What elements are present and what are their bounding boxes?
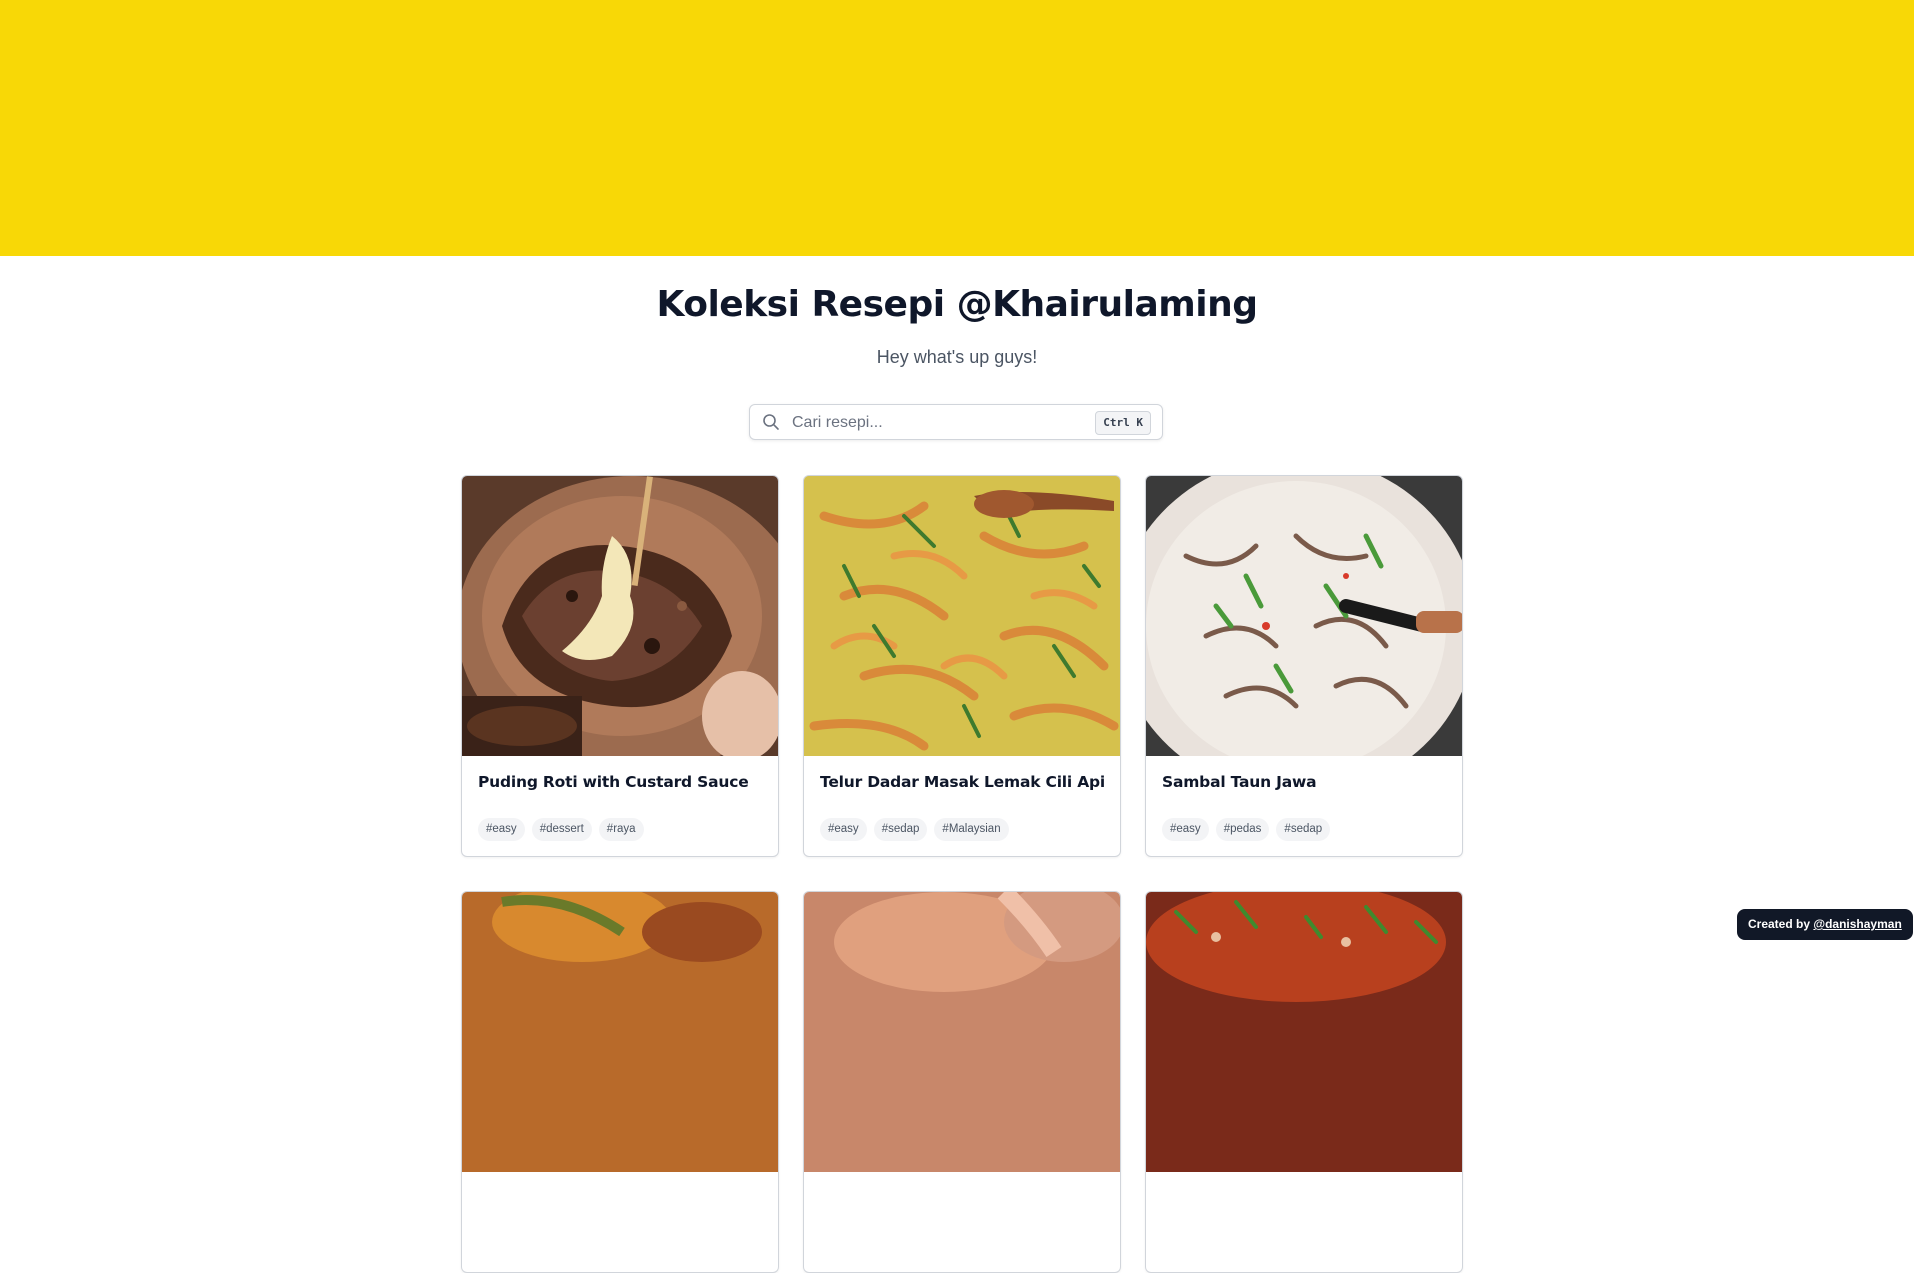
hero-banner (0, 0, 1914, 256)
recipe-card[interactable]: Telur Dadar Masak Lemak Cili Api #easy #… (803, 475, 1121, 857)
recipe-card[interactable] (803, 891, 1121, 1273)
keyboard-shortcut-badge: Ctrl K (1095, 411, 1151, 435)
recipe-image (462, 476, 778, 756)
tag[interactable]: #pedas (1215, 818, 1270, 841)
tag[interactable]: #raya (598, 818, 644, 841)
tag[interactable]: #dessert (531, 818, 592, 841)
page-title: Koleksi Resepi @Khairulaming (656, 284, 1258, 325)
recipe-card[interactable]: Puding Roti with Custard Sauce #easy #de… (461, 475, 779, 857)
tag[interactable]: #easy (478, 818, 525, 841)
credit-link[interactable]: @danishayman (1813, 917, 1901, 931)
recipe-card[interactable]: Sambal Taun Jawa #easy #pedas #sedap (1145, 475, 1463, 857)
tag-list: #easy #sedap #Malaysian (820, 818, 1009, 841)
tag[interactable]: #sedap (873, 818, 928, 841)
tag[interactable]: #Malaysian (934, 818, 1009, 841)
page-subtitle: Hey what's up guys! (876, 347, 1038, 367)
recipe-image (804, 476, 1120, 756)
tag[interactable]: #easy (820, 818, 867, 841)
credit-prefix: Created by (1748, 917, 1811, 931)
recipe-image (1146, 892, 1462, 1172)
tag[interactable]: #easy (1162, 818, 1209, 841)
credit-badge: Created by @danishayman (1737, 909, 1913, 940)
search-input[interactable] (790, 411, 1114, 435)
search-bar[interactable]: Ctrl K (749, 404, 1163, 440)
tag-list: #easy #dessert #raya (478, 818, 644, 841)
recipe-card[interactable] (461, 891, 779, 1273)
recipe-title: Puding Roti with Custard Sauce (478, 773, 749, 791)
recipe-image (804, 892, 1120, 1172)
tag[interactable]: #sedap (1276, 818, 1331, 841)
recipe-image (462, 892, 778, 1172)
recipe-title: Sambal Taun Jawa (1162, 773, 1317, 791)
recipe-card[interactable] (1145, 891, 1463, 1273)
recipe-image (1146, 476, 1462, 756)
tag-list: #easy #pedas #sedap (1162, 818, 1331, 841)
recipe-title: Telur Dadar Masak Lemak Cili Api (820, 773, 1106, 791)
search-icon (762, 413, 780, 431)
